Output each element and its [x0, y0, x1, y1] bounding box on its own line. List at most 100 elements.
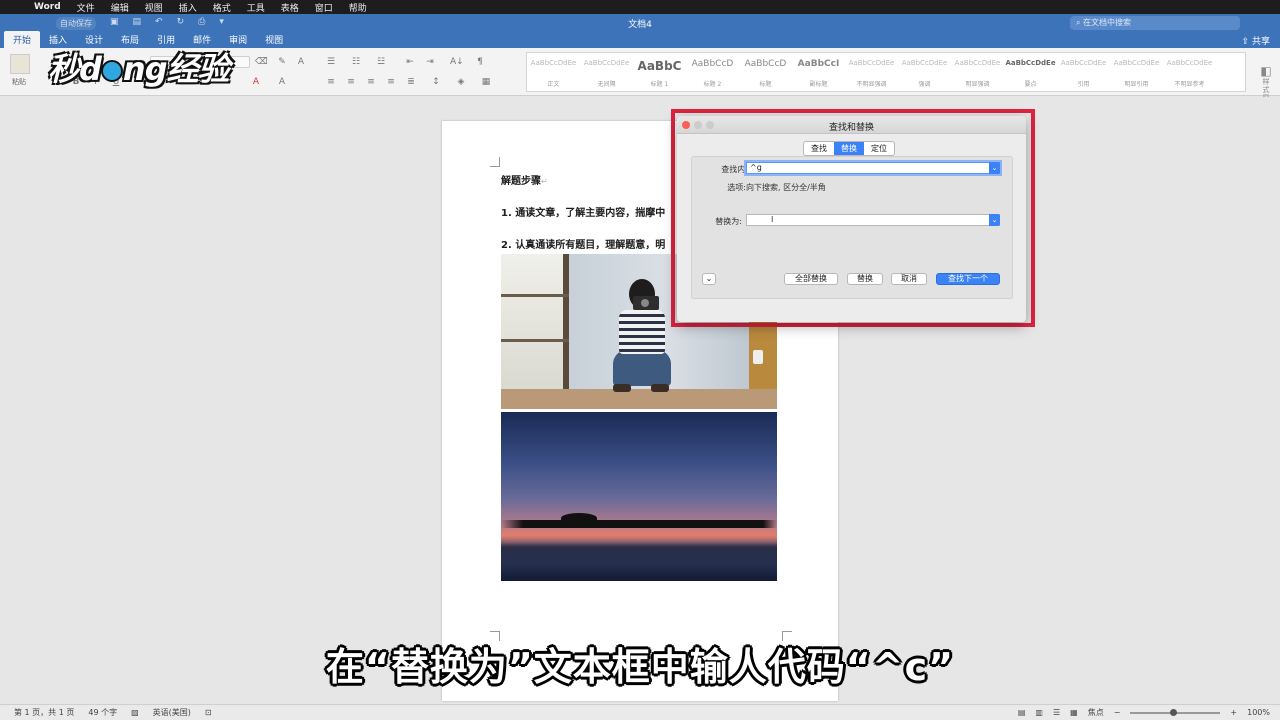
menu-help[interactable]: 帮助: [341, 1, 375, 14]
distribute-icon[interactable]: ≣: [405, 76, 417, 88]
multilevel-list-icon[interactable]: ☳: [375, 56, 387, 68]
sort-icon[interactable]: A↓: [450, 56, 464, 68]
style-heading-2[interactable]: AaBbCcD 标题 2: [686, 53, 739, 91]
chevron-down-icon: ⌄: [705, 274, 713, 283]
align-left-icon[interactable]: ≡: [325, 76, 337, 88]
clear-format-icon[interactable]: ⌫: [255, 56, 268, 68]
find-next-button[interactable]: 查找下一个: [936, 273, 1000, 285]
share-label: 共享: [1251, 37, 1270, 47]
cancel-button[interactable]: 取消: [891, 273, 927, 285]
style-normal[interactable]: AaBbCcDdEe 正文: [527, 53, 580, 91]
tab-goto[interactable]: 定位: [864, 142, 894, 155]
style-name: 标题 1: [650, 81, 669, 88]
tab-find[interactable]: 查找: [804, 142, 834, 155]
zoom-out-icon[interactable]: −: [1114, 708, 1121, 717]
style-subtitle[interactable]: AaBbCcI 副标题: [792, 53, 845, 91]
align-center-icon[interactable]: ≡: [345, 76, 357, 88]
doc-paragraph-1[interactable]: 1. 通读文章，了解主要内容，揣摩中: [501, 204, 665, 219]
legs-shape: [613, 350, 671, 386]
print-layout-icon[interactable]: ▤: [1018, 708, 1026, 717]
menu-window[interactable]: 窗口: [307, 1, 341, 14]
photo-sunset-lake[interactable]: [501, 412, 777, 581]
justify-icon[interactable]: ≡: [385, 76, 397, 88]
tab-replace[interactable]: 替换: [834, 142, 864, 155]
style-heading-1[interactable]: AaBbC 标题 1: [633, 53, 686, 91]
dialog-titlebar: 查找和替换: [677, 116, 1026, 134]
text-box-icon[interactable]: A: [295, 56, 307, 68]
style-strong[interactable]: AaBbCcDdEe 要点: [1004, 53, 1057, 91]
find-input-value: ^g: [750, 163, 762, 172]
expand-options-button[interactable]: ⌄: [702, 273, 716, 285]
align-right-icon[interactable]: ≡: [365, 76, 377, 88]
video-subtitle: 在“替换为”文本框中输人代码“^c”: [325, 645, 955, 689]
style-title[interactable]: AaBbCcD 标题: [739, 53, 792, 91]
proofing-icon[interactable]: ▨: [131, 708, 139, 717]
increase-indent-icon[interactable]: ⇥: [424, 56, 436, 68]
numbering-icon[interactable]: ☷: [350, 56, 362, 68]
borders-icon[interactable]: ▦: [480, 76, 492, 88]
outline-icon[interactable]: ☰: [1053, 708, 1060, 717]
font-color-icon[interactable]: A: [250, 76, 262, 88]
options-label: 选项:: [727, 183, 746, 192]
page-count[interactable]: 第 1 页，共 1 页: [14, 707, 74, 718]
style-sample: AaBbCcDdEe: [1005, 59, 1056, 67]
menu-insert[interactable]: 插入: [171, 1, 205, 14]
show-marks-icon[interactable]: ¶: [474, 56, 486, 68]
crop-mark: [490, 157, 500, 167]
share-button[interactable]: ⇪ 共享: [1242, 34, 1270, 47]
zoom-level[interactable]: 100%: [1247, 708, 1270, 717]
style-name: 标题 2: [703, 81, 722, 88]
track-changes-icon[interactable]: ⊡: [205, 708, 212, 717]
menu-tools[interactable]: 工具: [239, 1, 273, 14]
style-sample: AaBbC: [637, 59, 682, 73]
replace-history-dropdown-icon[interactable]: ⌄: [989, 214, 1000, 226]
watermark-logo: 秒d ng经验: [48, 50, 230, 88]
focus-mode-label[interactable]: 焦点: [1088, 707, 1104, 718]
doc-heading[interactable]: 解题步骤↵: [501, 172, 548, 187]
shoe-shape: [651, 384, 669, 392]
zoom-slider[interactable]: [1130, 708, 1221, 716]
zoom-slider-knob[interactable]: [1170, 708, 1178, 716]
style-no-spacing[interactable]: AaBbCcDdEe 无间隔: [580, 53, 633, 91]
style-emphasis[interactable]: AaBbCcDdEe 强调: [898, 53, 951, 91]
search-placeholder: 在文档中搜索: [1083, 18, 1132, 27]
search-input[interactable]: ⌕ 在文档中搜索: [1070, 16, 1240, 30]
tab-home[interactable]: 开始: [4, 31, 41, 48]
style-sample: AaBbCcDdEe: [848, 59, 895, 67]
style-intense-emphasis[interactable]: AaBbCcDdEe 明显强调: [951, 53, 1004, 91]
zoom-in-icon[interactable]: +: [1230, 708, 1237, 717]
doc-heading-text: 解题步骤: [501, 176, 541, 187]
eraser-icon[interactable]: ✎: [276, 56, 288, 68]
style-quote[interactable]: AaBbCcDdEe 引用: [1057, 53, 1110, 91]
tab-view[interactable]: 视图: [256, 31, 292, 48]
language-indicator[interactable]: 英语(美国): [153, 707, 191, 718]
decrease-indent-icon[interactable]: ⇤: [404, 56, 416, 68]
bullets-icon[interactable]: ☰: [325, 56, 337, 68]
char-shading-icon[interactable]: A: [276, 76, 288, 88]
replace-input[interactable]: I ⌄: [746, 214, 1000, 226]
style-subtle-emphasis[interactable]: AaBbCcDdEe 不明显强调: [845, 53, 898, 91]
style-sample: AaBbCcDdEe: [583, 59, 630, 67]
style-sample: AaBbCcDdEe: [901, 59, 948, 67]
style-intense-quote[interactable]: AaBbCcDdEe 明显引用: [1110, 53, 1163, 91]
menu-table[interactable]: 表格: [273, 1, 307, 14]
menu-format[interactable]: 格式: [205, 1, 239, 14]
find-history-dropdown-icon[interactable]: ⌄: [989, 162, 1000, 174]
find-input[interactable]: ^g ⌄: [746, 162, 1000, 174]
style-subtle-reference[interactable]: AaBbCcDdEe 不明显参考: [1163, 53, 1216, 91]
line-spacing-icon[interactable]: ↕: [430, 76, 442, 88]
web-layout-icon[interactable]: ▥: [1035, 708, 1043, 717]
word-count[interactable]: 49 个字: [88, 707, 117, 718]
shading-icon[interactable]: ◈: [455, 76, 467, 88]
menu-app-name[interactable]: Word: [26, 2, 69, 12]
doc-paragraph-2[interactable]: 2. 认真通读所有题目，理解题意，明: [501, 236, 665, 251]
paste-icon[interactable]: [10, 54, 30, 74]
menu-view[interactable]: 视图: [137, 1, 171, 14]
menu-file[interactable]: 文件: [69, 1, 103, 14]
style-name: 标题: [759, 81, 772, 88]
draft-icon[interactable]: ▦: [1070, 708, 1078, 717]
menu-edit[interactable]: 编辑: [103, 1, 137, 14]
replace-button[interactable]: 替换: [847, 273, 883, 285]
replace-all-button[interactable]: 全部替换: [784, 273, 838, 285]
style-name: 无间隔: [597, 81, 616, 88]
